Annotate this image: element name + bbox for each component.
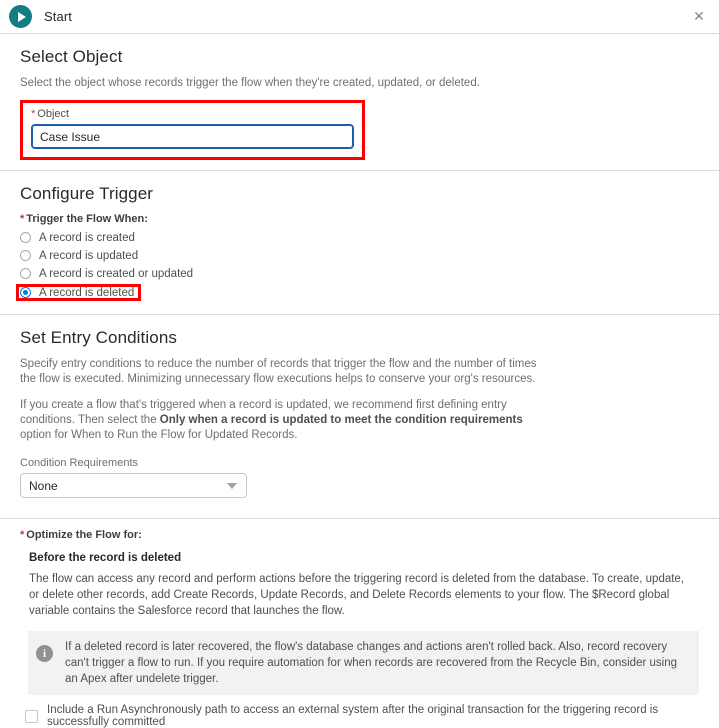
chevron-down-icon — [227, 482, 237, 489]
entry-conditions-helper-2: If you create a flow that's triggered wh… — [20, 398, 548, 443]
trigger-legend-text: Trigger the Flow When: — [26, 213, 148, 225]
radio-record-created-or-updated[interactable]: A record is created or updated — [20, 266, 193, 281]
condition-requirements-value: None — [29, 478, 58, 493]
required-marker: * — [20, 213, 25, 225]
optimize-legend-text: Optimize the Flow for: — [26, 529, 142, 541]
radio-record-deleted[interactable]: A record is deleted — [16, 284, 142, 301]
select-object-section: Select Object Select the object whose re… — [0, 34, 719, 170]
configure-trigger-title: Configure Trigger — [20, 184, 154, 203]
helper2-part-b: option for When to Run the Flow for Upda… — [20, 429, 298, 441]
condition-requirements-select[interactable]: None — [20, 473, 247, 498]
entry-conditions-section: Set Entry Conditions Specify entry condi… — [0, 315, 719, 508]
select-object-title: Select Object — [20, 47, 123, 66]
run-asynchronously-row[interactable]: Include a Run Asynchronously path to acc… — [0, 695, 719, 728]
run-asynchronously-checkbox[interactable] — [25, 709, 38, 723]
play-icon — [9, 5, 32, 28]
radio-record-created[interactable]: A record is created — [20, 230, 135, 245]
page-title: Start — [44, 9, 72, 24]
trigger-legend: * Trigger the Flow When: — [20, 213, 699, 225]
info-icon: i — [36, 645, 53, 662]
optimize-legend: * Optimize the Flow for: — [20, 529, 699, 541]
required-marker: * — [31, 108, 36, 120]
select-object-helper: Select the object whose records trigger … — [20, 77, 480, 89]
radio-icon — [20, 250, 31, 261]
play-triangle — [18, 11, 26, 22]
modal-header: Start ✕ — [0, 0, 719, 33]
radio-label: A record is created — [39, 231, 135, 244]
radio-label: A record is deleted — [39, 286, 135, 299]
run-asynchronously-label: Include a Run Asynchronously path to acc… — [47, 704, 659, 728]
radio-label: A record is created or updated — [39, 267, 194, 280]
entry-conditions-title: Set Entry Conditions — [20, 328, 177, 347]
object-field-label: * Object — [31, 108, 354, 120]
configure-trigger-section: Configure Trigger * Trigger the Flow When… — [0, 171, 719, 314]
info-callout: i If a deleted record is later recovered… — [28, 631, 699, 695]
helper2-bold: Only when a record is updated to meet th… — [159, 414, 523, 426]
info-callout-text: If a deleted record is later recovered, … — [65, 641, 677, 685]
radio-icon-selected — [20, 287, 31, 298]
required-marker: * — [20, 529, 25, 541]
radio-label: A record is updated — [39, 249, 139, 262]
radio-icon — [20, 268, 31, 279]
object-input[interactable] — [31, 124, 354, 149]
optimize-section: * Optimize the Flow for: Before the recor… — [0, 519, 719, 619]
optimize-body: Before the record is deleted The flow ca… — [20, 552, 699, 619]
close-icon[interactable]: ✕ — [689, 6, 709, 26]
radio-record-updated[interactable]: A record is updated — [20, 248, 138, 263]
entry-conditions-helper-1: Specify entry conditions to reduce the n… — [20, 358, 537, 385]
radio-icon — [20, 232, 31, 243]
condition-requirements-label: Condition Requirements — [20, 457, 139, 469]
object-label-text: Object — [37, 108, 70, 120]
optimize-description: The flow can access any record and perfo… — [29, 573, 685, 617]
optimize-subtitle: Before the record is deleted — [29, 552, 182, 564]
object-field-highlight: * Object — [20, 100, 365, 160]
